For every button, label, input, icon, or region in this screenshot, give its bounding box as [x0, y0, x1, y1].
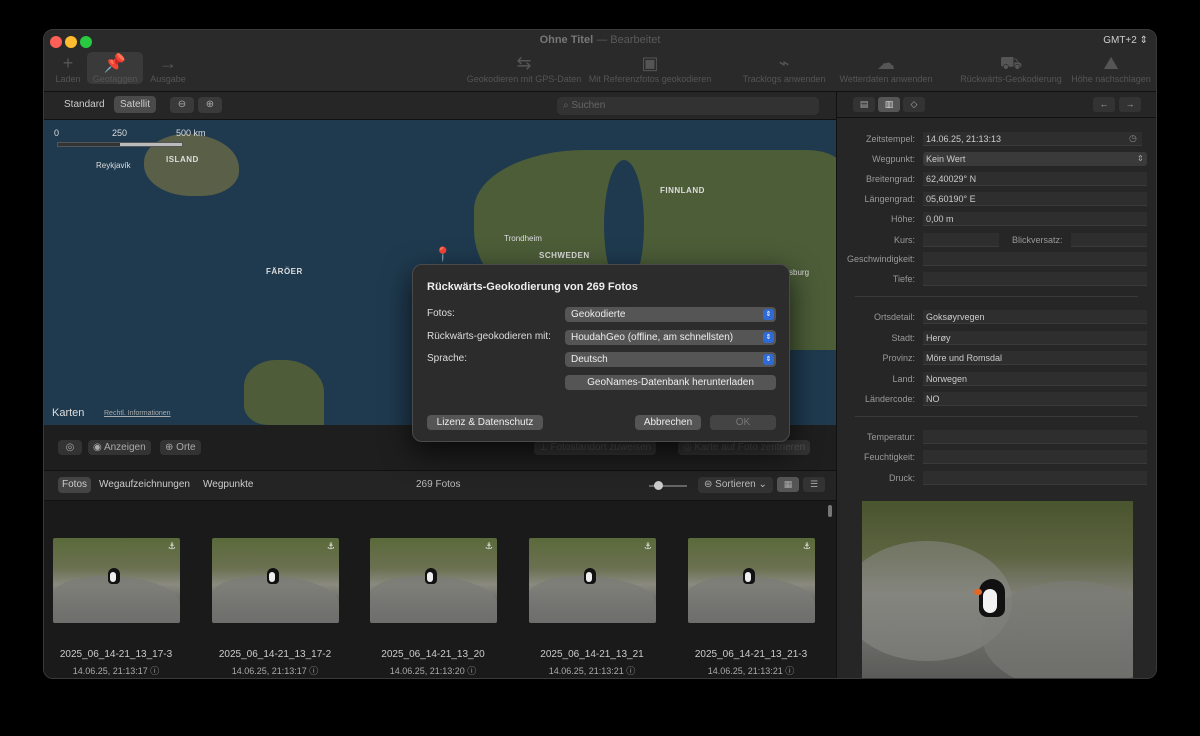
ok-button[interactable]: OK	[710, 415, 776, 430]
language-select[interactable]: Deutsch ⇕	[565, 352, 776, 367]
updown-icon: ⇕	[763, 354, 774, 365]
app-window: Ohne Titel — Bearbeitet GMT+2 ⇕ + Laden …	[43, 29, 1157, 679]
geocoder-label: Rückwärts-geokodieren mit:	[427, 331, 551, 342]
license-privacy-button[interactable]: Lizenz & Datenschutz	[427, 415, 543, 430]
dialog-title: Rückwärts-Geokodierung von 269 Fotos	[427, 281, 638, 293]
download-geonames-button[interactable]: GeoNames-Datenbank herunterladen	[565, 375, 776, 390]
language-label: Sprache:	[427, 353, 468, 364]
cancel-button[interactable]: Abbrechen	[635, 415, 701, 430]
photos-select[interactable]: Geokodierte ⇕	[565, 307, 776, 322]
updown-icon: ⇕	[763, 309, 774, 320]
reverse-geocode-dialog: Rückwärts-Geokodierung von 269 Fotos Fot…	[412, 264, 790, 442]
updown-icon: ⇕	[763, 332, 774, 343]
photos-label: Fotos:	[427, 308, 455, 319]
geocoder-select[interactable]: HoudahGeo (offline, am schnellsten) ⇕	[565, 330, 776, 345]
